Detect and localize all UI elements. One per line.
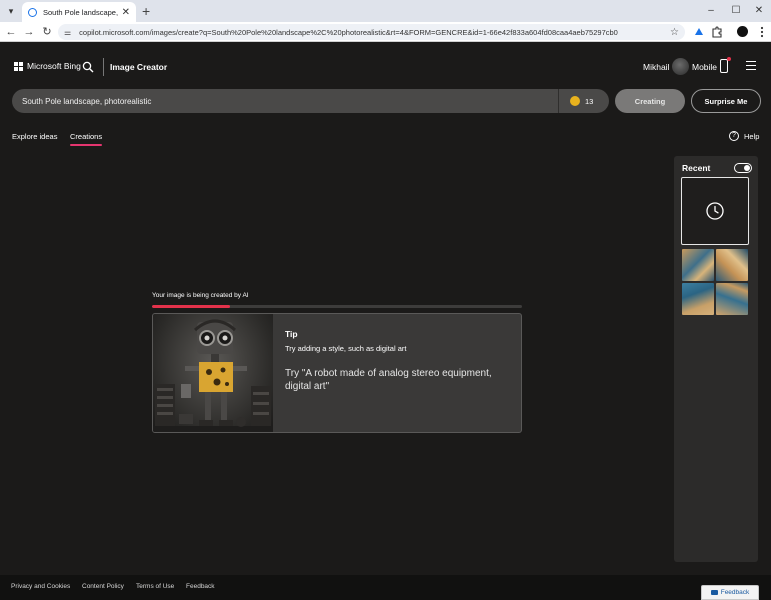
reload-icon[interactable]: ↻	[40, 24, 54, 40]
tip-heading: Tip	[285, 329, 298, 339]
recent-panel: Recent	[674, 156, 758, 562]
privacy-link[interactable]: Privacy and Cookies	[11, 583, 70, 590]
creation-progress-bar	[152, 305, 522, 308]
content-policy-link[interactable]: Content Policy	[82, 583, 124, 590]
prompt-bar: 13	[12, 89, 609, 113]
help-icon[interactable]: ?	[729, 131, 739, 141]
minimize-icon[interactable]: –	[704, 3, 718, 19]
mobile-link[interactable]: Mobile	[692, 62, 717, 72]
back-icon[interactable]: ←	[4, 24, 18, 40]
recent-title: Recent	[682, 163, 711, 173]
help-link[interactable]: Help	[744, 132, 759, 141]
thumbnail-image	[716, 249, 748, 281]
extensions-puzzle-icon[interactable]	[710, 25, 724, 39]
bookmark-star-icon[interactable]: ☆	[670, 27, 679, 38]
tip-card: Tip Try adding a style, such as digital …	[152, 313, 522, 433]
footer: Privacy and Cookies Content Policy Terms…	[0, 575, 771, 600]
site-info-icon[interactable]: ⚌	[64, 28, 71, 37]
new-tab-icon[interactable]: +	[142, 3, 150, 19]
toggle-knob	[744, 165, 750, 171]
clock-icon	[706, 202, 724, 220]
browser-tab-bar: ▾ South Pole landscape, photore ✕ + – ☐ …	[0, 0, 771, 22]
prompt-separator	[558, 89, 559, 113]
copilot-extension-icon[interactable]	[692, 25, 706, 39]
search-icon[interactable]	[82, 61, 94, 73]
feedback-icon	[710, 590, 718, 595]
tab-search-chevron-icon[interactable]: ▾	[4, 4, 18, 18]
address-bar[interactable]: ⚌ copilot.microsoft.com/images/create?q=…	[58, 24, 685, 40]
thumbnail-image	[682, 249, 714, 281]
maximize-icon[interactable]: ☐	[729, 3, 743, 19]
feedback-link[interactable]: Feedback	[186, 583, 215, 590]
browser-profile-icon[interactable]	[737, 26, 748, 37]
notification-dot	[727, 57, 731, 61]
microsoft-bing-logo[interactable]: Microsoft Bing	[14, 61, 81, 71]
thumbnail-image	[716, 283, 748, 315]
windows-logo-icon	[14, 61, 23, 71]
browser-tab[interactable]: South Pole landscape, photore ✕	[22, 2, 136, 22]
tip-example: Try "A robot made of analog stereo equip…	[285, 368, 492, 392]
tab-creations[interactable]: Creations	[70, 132, 102, 141]
creation-status: Your image is being created by AI	[152, 292, 249, 299]
header-divider	[103, 58, 104, 76]
tab-title: South Pole landscape, photore	[43, 7, 118, 17]
feedback-button-label: Feedback	[720, 589, 750, 596]
user-name[interactable]: Mikhail	[643, 62, 669, 72]
prompt-input[interactable]	[22, 89, 552, 113]
boost-coin-icon[interactable]	[570, 96, 580, 106]
tab-close-icon[interactable]: ✕	[122, 7, 130, 18]
boost-count[interactable]: 13	[585, 97, 593, 106]
hamburger-menu-icon[interactable]	[746, 61, 756, 70]
forward-icon[interactable]: →	[22, 24, 36, 40]
pending-creation-tile[interactable]	[681, 177, 749, 245]
recent-toggle[interactable]	[734, 163, 752, 173]
feedback-button[interactable]: Feedback	[701, 585, 759, 600]
progress-fill	[152, 305, 230, 308]
thumbnail-image	[682, 283, 714, 315]
address-url[interactable]: copilot.microsoft.com/images/create?q=So…	[79, 28, 670, 37]
browser-toolbar: ← → ↻ ⚌ copilot.microsoft.com/images/cre…	[0, 22, 771, 42]
creating-button[interactable]: Creating	[615, 89, 685, 113]
browser-menu-icon[interactable]	[755, 25, 769, 39]
page-title[interactable]: Image Creator	[110, 62, 167, 72]
tip-subtitle: Try adding a style, such as digital art	[285, 344, 407, 353]
tab-explore-ideas[interactable]: Explore ideas	[12, 132, 57, 141]
tip-robot-image	[153, 314, 273, 432]
active-tab-underline	[70, 144, 102, 146]
brand-name: Microsoft Bing	[27, 61, 81, 71]
recent-creation-thumbnail[interactable]	[682, 249, 748, 315]
tab-favicon-icon	[28, 7, 37, 17]
avatar[interactable]	[672, 58, 689, 75]
surprise-me-button[interactable]: Surprise Me	[691, 89, 761, 113]
phone-icon[interactable]	[720, 59, 728, 73]
terms-link[interactable]: Terms of Use	[136, 583, 174, 590]
window-close-icon[interactable]: ✕	[752, 3, 766, 19]
